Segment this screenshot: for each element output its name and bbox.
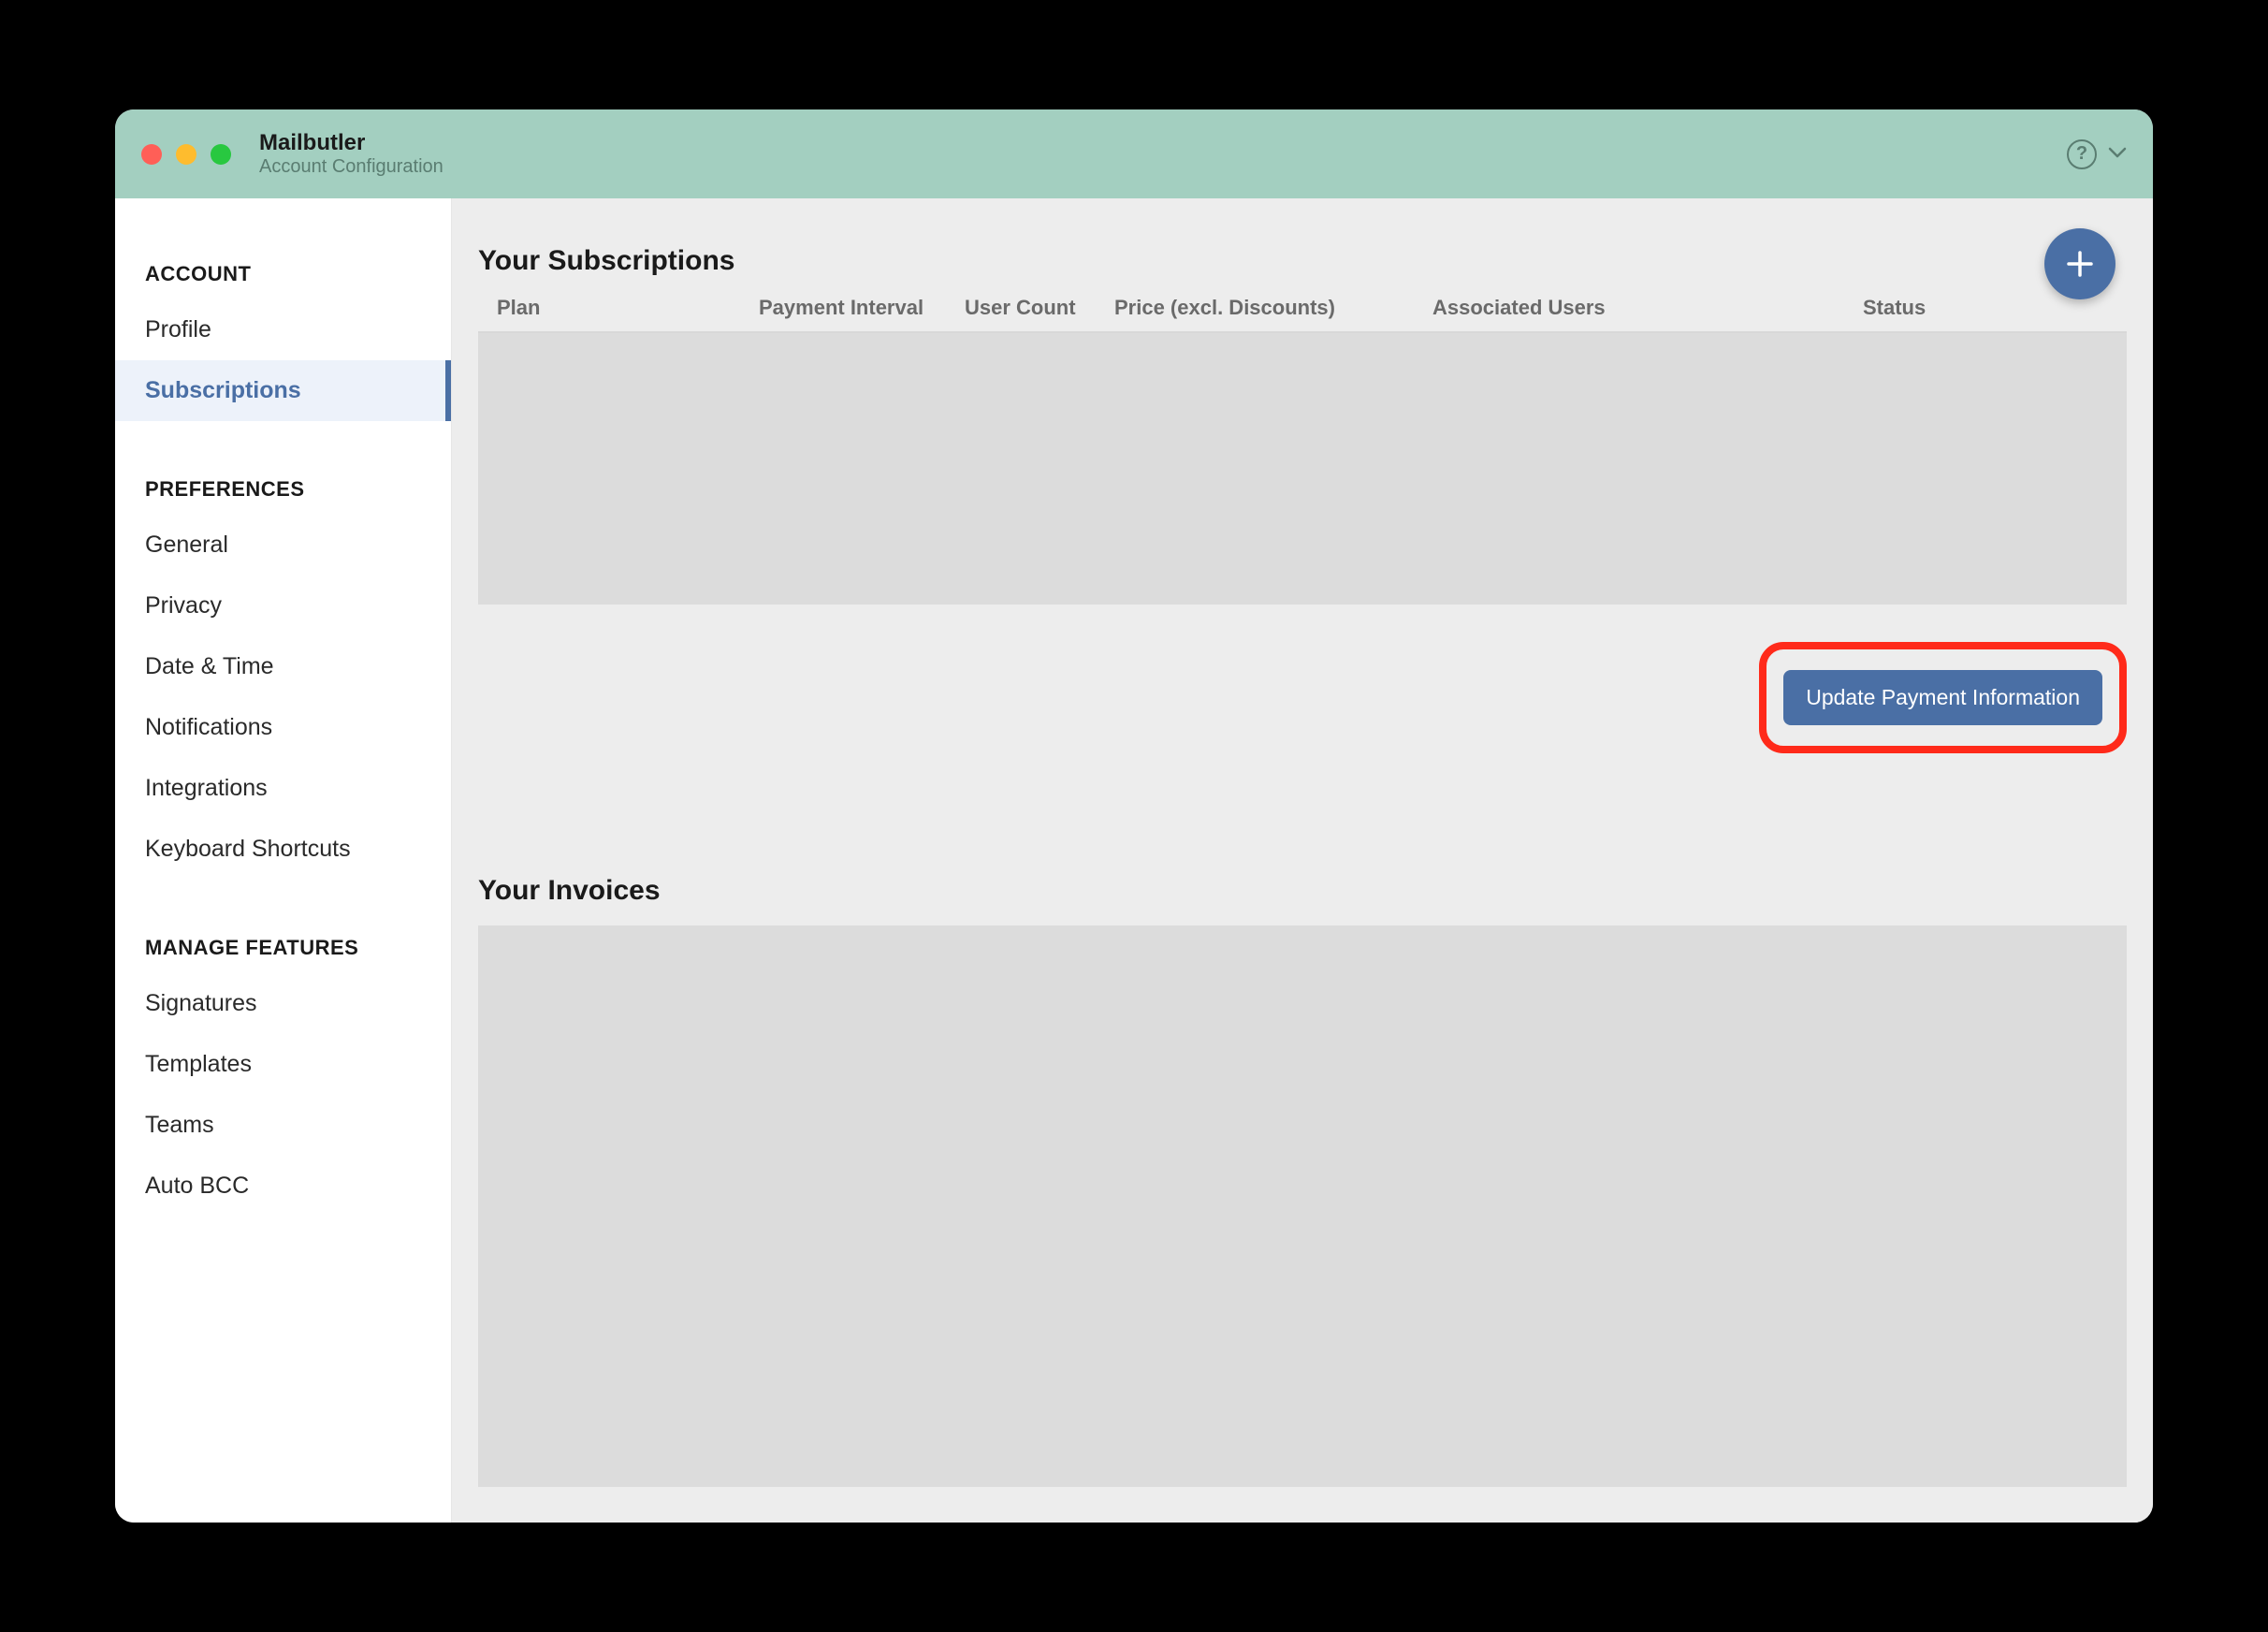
sidebar-item-privacy[interactable]: Privacy xyxy=(115,576,451,636)
column-associated-users: Associated Users xyxy=(1432,296,1863,320)
add-subscription-button[interactable] xyxy=(2044,228,2115,299)
highlight-annotation: Update Payment Information xyxy=(1759,642,2127,753)
section-header-preferences: PREFERENCES xyxy=(115,460,451,515)
help-icon[interactable]: ? xyxy=(2067,139,2097,169)
title-text: Mailbutler Account Configuration xyxy=(259,130,443,178)
chevron-down-icon[interactable] xyxy=(2108,146,2127,163)
sidebar-item-templates[interactable]: Templates xyxy=(115,1034,451,1095)
traffic-lights xyxy=(141,144,231,165)
invoices-empty xyxy=(478,925,2127,1487)
sidebar-item-teams[interactable]: Teams xyxy=(115,1095,451,1156)
subscriptions-table-header: Plan Payment Interval User Count Price (… xyxy=(478,296,2127,333)
section-header-account: ACCOUNT xyxy=(115,245,451,299)
column-status: Status xyxy=(1863,296,2108,320)
invoices-title: Your Invoices xyxy=(478,875,2127,907)
plus-icon xyxy=(2063,247,2097,281)
sidebar-item-profile[interactable]: Profile xyxy=(115,299,451,360)
app-subtitle: Account Configuration xyxy=(259,156,443,178)
maximize-window-button[interactable] xyxy=(211,144,231,165)
body: ACCOUNT Profile Subscriptions PREFERENCE… xyxy=(115,198,2153,1523)
subscriptions-empty xyxy=(478,333,2127,605)
section-header-manage: MANAGE FEATURES xyxy=(115,919,451,973)
column-user-count: User Count xyxy=(965,296,1114,320)
titlebar: Mailbutler Account Configuration ? xyxy=(115,109,2153,198)
close-window-button[interactable] xyxy=(141,144,162,165)
sidebar-item-auto-bcc[interactable]: Auto BCC xyxy=(115,1156,451,1217)
update-payment-button[interactable]: Update Payment Information xyxy=(1783,670,2102,725)
sidebar-item-general[interactable]: General xyxy=(115,515,451,576)
app-window: Mailbutler Account Configuration ? ACCOU… xyxy=(115,109,2153,1523)
sidebar-item-date-time[interactable]: Date & Time xyxy=(115,636,451,697)
sidebar-item-integrations[interactable]: Integrations xyxy=(115,758,451,819)
action-row: Update Payment Information xyxy=(478,642,2127,753)
column-plan: Plan xyxy=(497,296,759,320)
subscriptions-title: Your Subscriptions xyxy=(478,245,2127,277)
titlebar-right: ? xyxy=(2067,139,2127,169)
sidebar-item-subscriptions[interactable]: Subscriptions xyxy=(115,360,451,421)
sidebar-item-notifications[interactable]: Notifications xyxy=(115,697,451,758)
column-payment-interval: Payment Interval xyxy=(759,296,965,320)
column-price: Price (excl. Discounts) xyxy=(1114,296,1432,320)
minimize-window-button[interactable] xyxy=(176,144,196,165)
sidebar-item-signatures[interactable]: Signatures xyxy=(115,973,451,1034)
sidebar-item-keyboard-shortcuts[interactable]: Keyboard Shortcuts xyxy=(115,819,451,880)
main-content: Your Subscriptions Plan Payment Interval… xyxy=(452,198,2153,1523)
app-name: Mailbutler xyxy=(259,130,443,156)
sidebar: ACCOUNT Profile Subscriptions PREFERENCE… xyxy=(115,198,452,1523)
